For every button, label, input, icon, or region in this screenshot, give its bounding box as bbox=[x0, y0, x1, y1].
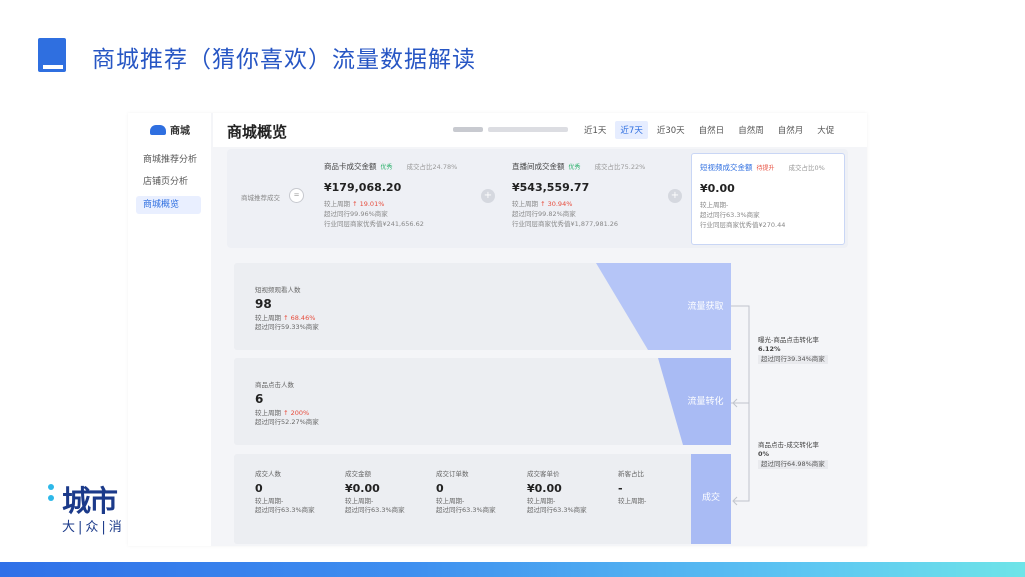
connector-line bbox=[731, 305, 750, 404]
funnel-graphic bbox=[596, 263, 750, 544]
connector-line bbox=[731, 402, 750, 502]
stage-label-convert: 流量转化 bbox=[687, 397, 724, 407]
conv-value: 6.12% bbox=[758, 345, 781, 353]
conv-value: 0% bbox=[758, 450, 770, 458]
conv-title: 曝光-商品点击转化率 bbox=[758, 336, 819, 344]
slide-title: 商城推荐（猜你喜欢）流量数据解读 bbox=[92, 47, 476, 73]
brand-logo: 城市 大|众|消 bbox=[48, 478, 128, 538]
conv-peer: 超过同行39.34%商家 bbox=[758, 355, 828, 364]
conversion-rate-2: 商品点击-成交转化率 0% 超过同行64.98%商家 bbox=[758, 441, 828, 469]
brand-dots-icon bbox=[48, 484, 56, 508]
brand-name: 城市 bbox=[62, 484, 118, 518]
conversion-rate-1: 曝光-商品点击转化率 6.12% 超过同行39.34%商家 bbox=[758, 336, 828, 364]
conv-peer: 超过同行64.98%商家 bbox=[758, 460, 828, 469]
bottom-gradient-bar bbox=[0, 562, 1025, 577]
book-icon bbox=[38, 38, 66, 72]
conv-title: 商品点击-成交转化率 bbox=[758, 441, 819, 449]
stage-label-acquire: 流量获取 bbox=[687, 302, 724, 312]
app-screenshot: 商城 商城推荐分析 店铺页分析 商城概览 商城概览 近1天 近7天 近30天 自… bbox=[128, 113, 867, 546]
stage-label-deal: 成交 bbox=[701, 493, 720, 503]
slide: 商城推荐（猜你喜欢）流量数据解读 商城 商城推荐分析 店铺页分析 商城概览 商城… bbox=[0, 0, 1025, 577]
brand-subtitle: 大|众|消 bbox=[62, 520, 125, 535]
